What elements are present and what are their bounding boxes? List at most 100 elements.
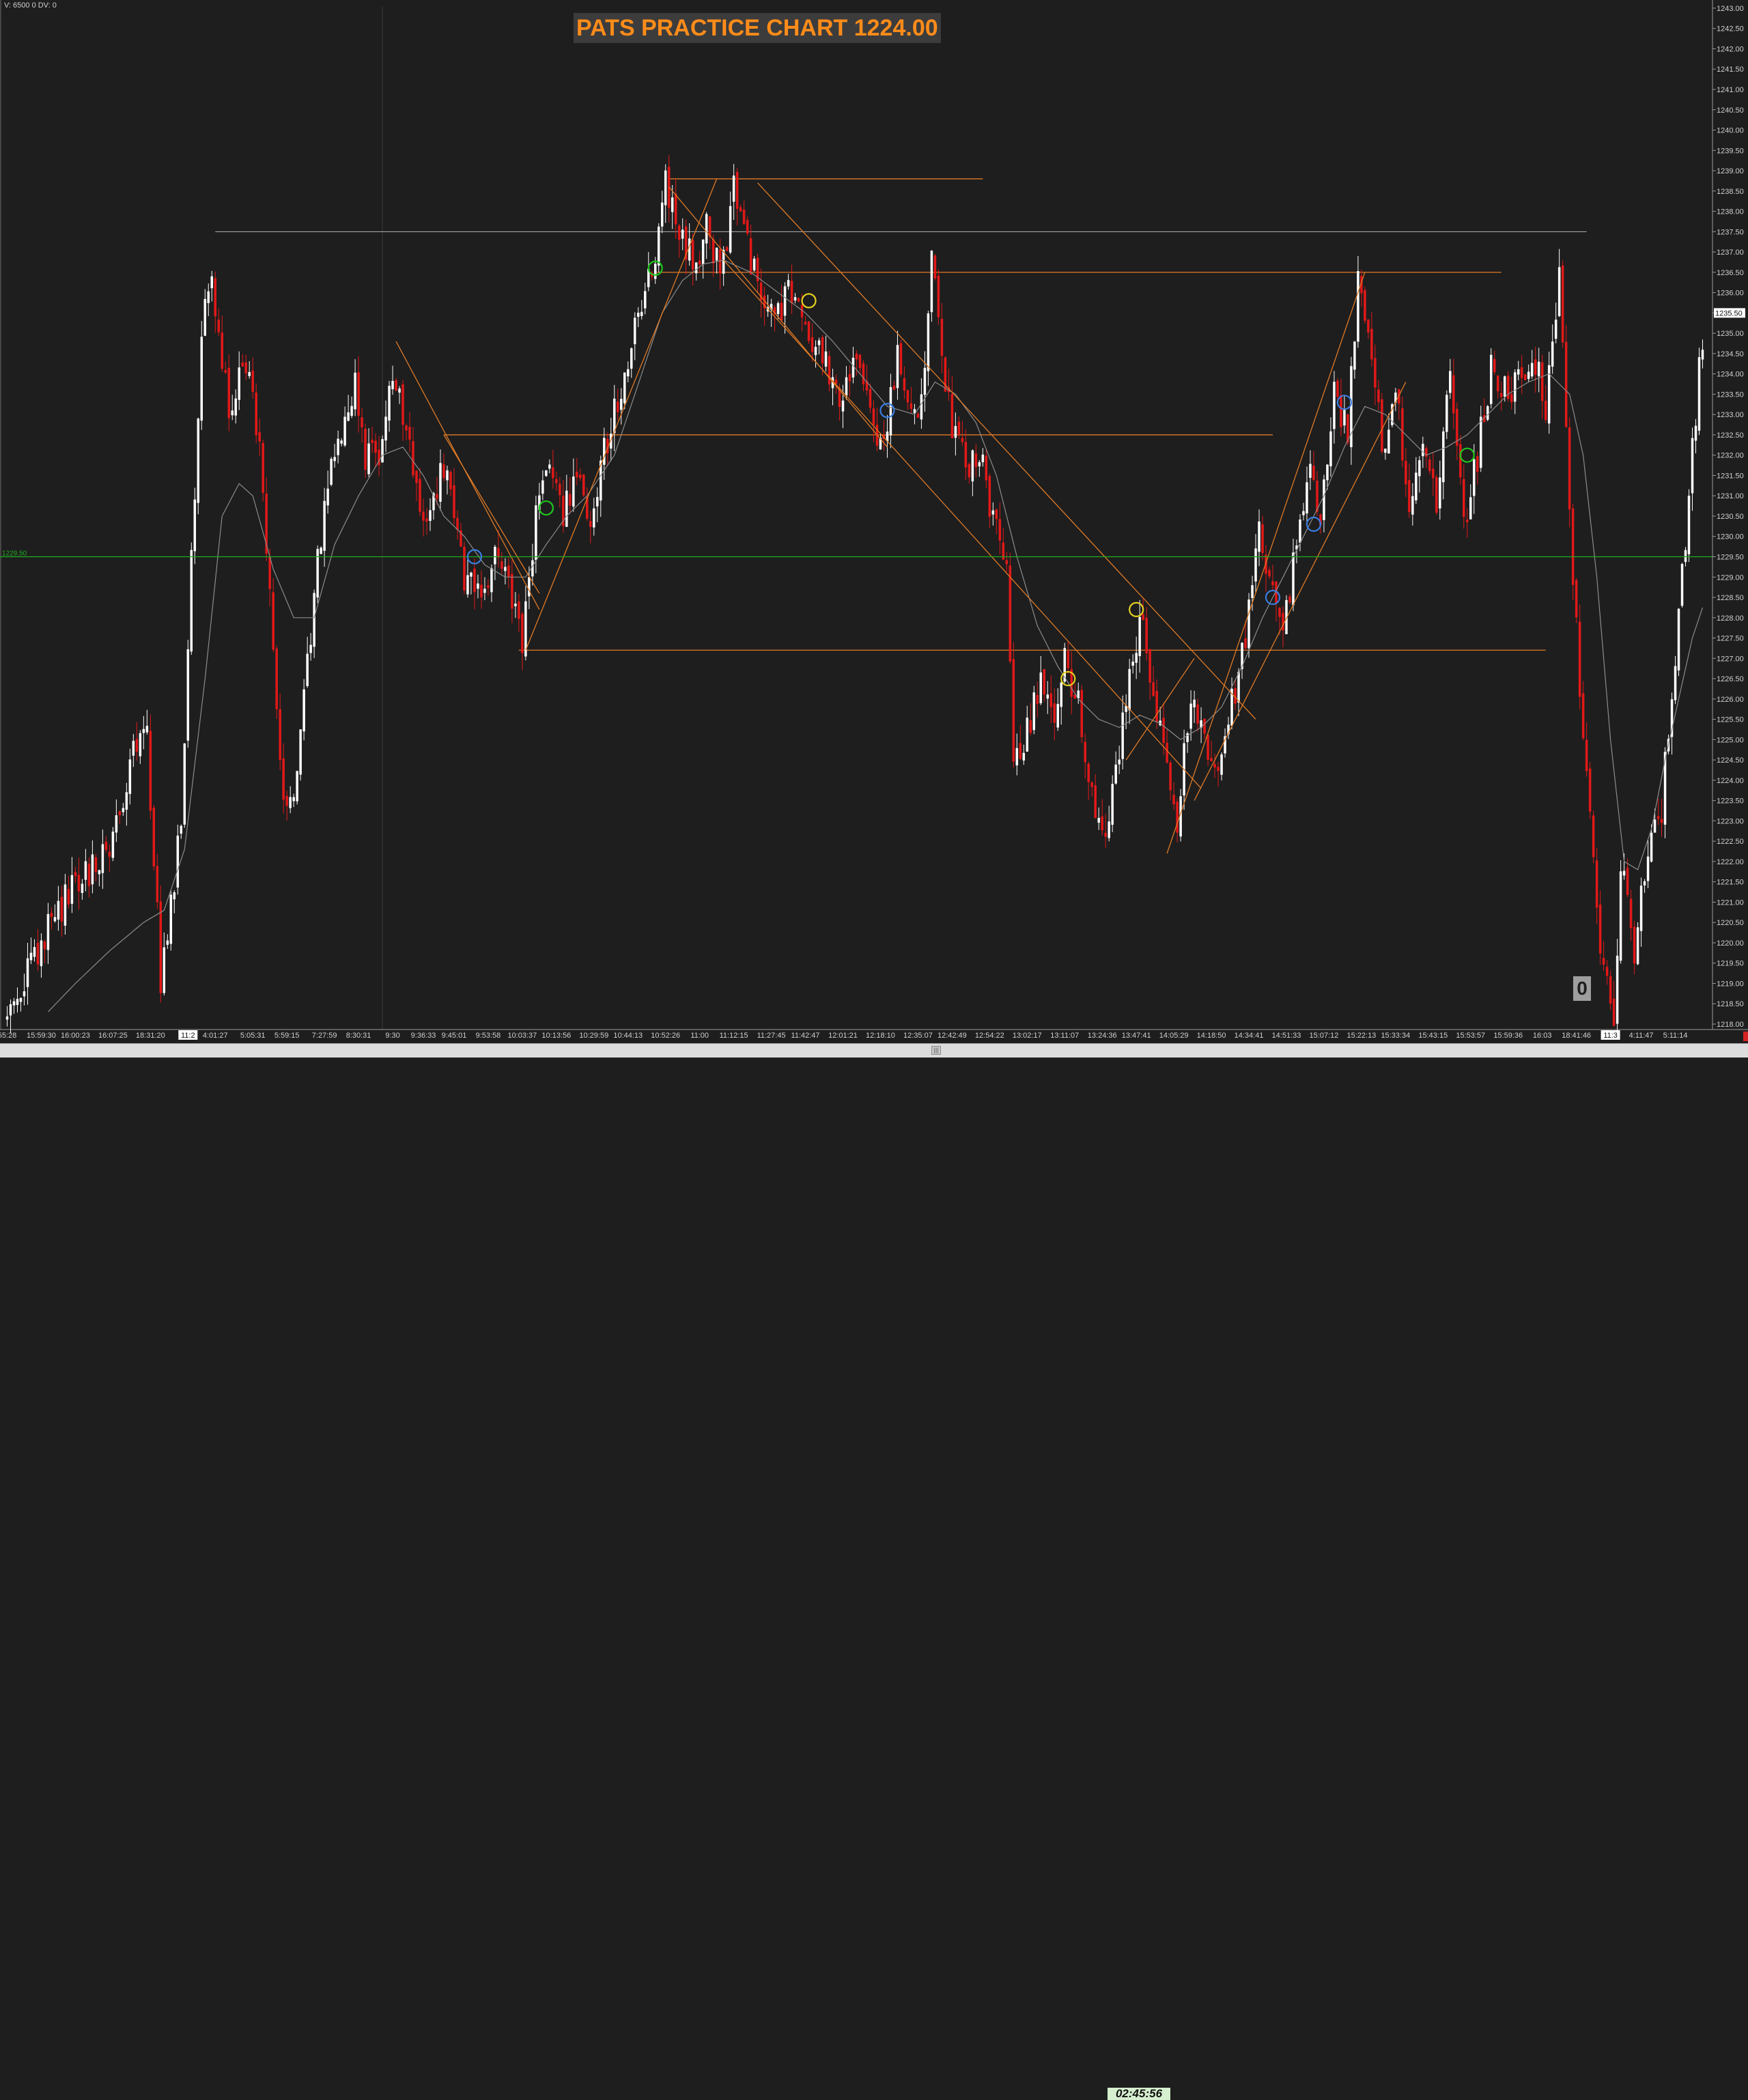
candle-body	[1684, 550, 1687, 563]
candle-body	[340, 440, 343, 444]
candle-body	[1094, 785, 1097, 819]
candle-body	[1415, 472, 1418, 500]
candle-body	[320, 548, 322, 554]
candle-body	[664, 170, 667, 205]
candle-body	[1422, 444, 1424, 457]
candle-body	[1288, 596, 1291, 603]
x-tick-label: 14:51:33	[1272, 1032, 1301, 1040]
candle-body	[814, 347, 817, 356]
scroll-handle[interactable]: |||	[931, 1046, 941, 1055]
candle-body	[1598, 904, 1602, 954]
candle-body	[862, 363, 865, 384]
candle-body	[19, 997, 23, 1002]
candle-body	[224, 370, 227, 373]
candle-body	[371, 440, 373, 443]
candle-body	[142, 728, 145, 733]
candle-body	[896, 345, 899, 388]
x-tick-label: 15:33:34	[1381, 1032, 1410, 1040]
y-tick-label: 1238.50	[1717, 188, 1744, 196]
candle-body	[569, 494, 572, 506]
candle-body	[1405, 461, 1407, 485]
candle-body	[1155, 691, 1158, 722]
candle-body	[998, 519, 1002, 541]
candle-body	[637, 313, 640, 317]
candle-body	[1418, 460, 1421, 477]
candle-body	[1540, 362, 1544, 401]
x-tick-label: 14:18:50	[1197, 1032, 1226, 1040]
candle-body	[1217, 767, 1220, 771]
x-tick-label: 10:52:26	[651, 1032, 680, 1040]
y-tick-label: 1233.00	[1717, 411, 1744, 419]
candle-body	[152, 808, 156, 867]
price-chart[interactable]: 1229.50 1218.00 1218.50 1219.00 1219.50 1220…	[0, 0, 1748, 1057]
x-tick-label: 12:42:49	[938, 1032, 967, 1040]
candle-body	[1261, 524, 1264, 553]
candle-body	[282, 758, 285, 800]
candle-body	[1118, 759, 1120, 765]
candle-body	[1172, 795, 1175, 805]
candle-body	[108, 851, 111, 857]
candle-body	[694, 262, 698, 274]
candle-body	[350, 406, 353, 416]
candle-body	[1039, 672, 1043, 704]
candle-body	[593, 508, 595, 528]
x-tick-label: 4:11:47	[1629, 1032, 1654, 1040]
candle-body	[1557, 267, 1561, 317]
candle-body	[1384, 449, 1387, 453]
candle-body	[309, 644, 312, 653]
bar-timer: 02:45:56	[1108, 2088, 1170, 2100]
candle-body	[620, 399, 623, 410]
candle-body	[1581, 693, 1585, 739]
candle-body	[1220, 754, 1223, 775]
candle-body	[429, 510, 432, 521]
candle-body	[1135, 653, 1138, 663]
y-tick-label: 1224.50	[1717, 756, 1744, 765]
y-tick-label: 1227.00	[1717, 655, 1744, 663]
y-tick-label: 1220.00	[1717, 939, 1744, 948]
candle-body	[1687, 496, 1691, 554]
candle-body	[104, 841, 108, 851]
candle-body	[1131, 662, 1134, 666]
candle-body	[118, 811, 122, 816]
candle-body	[729, 205, 732, 253]
candle-body	[46, 913, 50, 950]
candle-body	[504, 567, 507, 571]
candle-body	[817, 340, 821, 345]
candle-body	[1677, 608, 1680, 671]
candle-body	[552, 467, 554, 479]
candle-body	[1657, 816, 1660, 819]
x-tick-label: 11:42:47	[791, 1032, 820, 1040]
candle-body	[1691, 438, 1694, 494]
candle-body	[1619, 871, 1622, 961]
candle-body	[910, 403, 913, 410]
y-tick-label: 1241.50	[1717, 66, 1744, 74]
time-scrollbar[interactable]: ||| 02:45:56	[0, 1043, 1748, 2100]
y-tick-label: 1225.00	[1717, 736, 1744, 744]
y-tick-label: 1223.00	[1717, 817, 1744, 825]
y-tick-label: 1230.00	[1717, 533, 1744, 541]
candle-body	[1588, 768, 1592, 812]
candle-body	[186, 649, 190, 741]
candle-body	[634, 317, 636, 345]
candle-body	[12, 1001, 16, 1006]
candle-body	[84, 861, 87, 880]
y-tick-label: 1221.00	[1717, 898, 1744, 907]
candle-body	[1469, 497, 1472, 520]
candle-body	[70, 875, 74, 904]
candle-body	[313, 593, 315, 647]
candle-body	[398, 388, 401, 393]
candle-body	[548, 464, 551, 469]
candle-body	[582, 474, 585, 496]
candle-body	[968, 464, 971, 478]
x-tick-label: 7:27:59	[312, 1032, 337, 1040]
candle-body	[681, 229, 684, 239]
candle-body	[1087, 763, 1090, 782]
candle-body	[541, 480, 544, 494]
y-tick-label: 1229.50	[1717, 553, 1744, 561]
y-tick-label: 1226.50	[1717, 675, 1744, 683]
candle-body	[9, 1004, 12, 1016]
candle-body	[1428, 459, 1431, 472]
candle-body	[613, 398, 616, 434]
candle-body	[1142, 614, 1144, 621]
candle-body	[477, 583, 479, 589]
